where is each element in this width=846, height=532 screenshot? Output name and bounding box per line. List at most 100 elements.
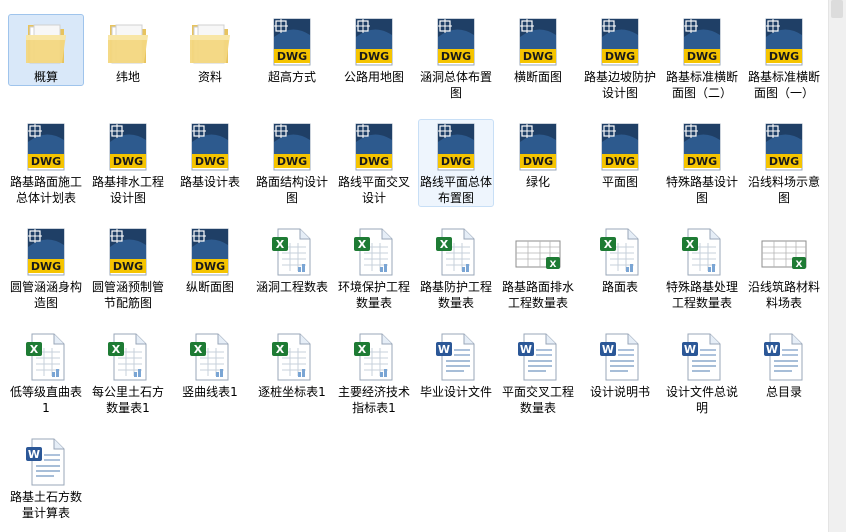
file-item[interactable]: DWG 公路用地图 <box>336 14 412 86</box>
file-item[interactable]: W 路基土石方数量计算表 <box>8 434 84 522</box>
file-item[interactable]: X 路面表 <box>582 224 658 296</box>
svg-text:DWG: DWG <box>359 50 389 63</box>
file-item[interactable]: DWG 纵断面图 <box>172 224 248 296</box>
file-label: 超高方式 <box>267 70 316 84</box>
file-item[interactable]: DWG 绿化 <box>500 119 576 191</box>
file-item[interactable]: DWG 路基路面施工总体计划表 <box>8 119 84 207</box>
svg-text:DWG: DWG <box>277 155 307 168</box>
file-item[interactable]: W 设计文件总说明 <box>664 329 740 417</box>
file-label: 路基土石方数量计算表 <box>10 490 83 520</box>
excel-file-icon: X <box>432 227 480 277</box>
file-item[interactable]: DWG 涵洞总体布置图 <box>418 14 494 102</box>
file-item[interactable]: DWG 路线平面总体布置图 <box>418 119 494 207</box>
file-item[interactable]: W 总目录 <box>746 329 822 401</box>
file-label: 沿线料场示意图 <box>748 175 821 205</box>
svg-text:DWG: DWG <box>523 50 553 63</box>
svg-text:DWG: DWG <box>195 155 225 168</box>
file-item[interactable]: X 竖曲线表1 <box>172 329 248 401</box>
file-item[interactable]: DWG 路基排水工程设计图 <box>90 119 166 207</box>
file-label: 路基路面施工总体计划表 <box>10 175 83 205</box>
svg-text:W: W <box>438 343 450 356</box>
file-item[interactable]: W 设计说明书 <box>582 329 658 401</box>
file-item[interactable]: DWG 路基边坡防护设计图 <box>582 14 658 102</box>
svg-text:X: X <box>796 260 803 270</box>
excel-file-icon: X <box>186 332 234 382</box>
file-item[interactable]: DWG 横断面图 <box>500 14 576 86</box>
excel-file-icon: X <box>22 332 70 382</box>
file-label: 纵断面图 <box>185 280 234 294</box>
file-item[interactable]: DWG 路基设计表 <box>172 119 248 191</box>
excel-file-icon: X <box>678 227 726 277</box>
file-label: 沿线筑路材料料场表 <box>748 280 821 310</box>
file-label: 设计说明书 <box>589 385 650 399</box>
file-item[interactable]: X 环境保护工程数量表 <box>336 224 412 312</box>
svg-text:X: X <box>604 238 613 251</box>
svg-text:DWG: DWG <box>769 155 799 168</box>
excel-thumbnail-icon: X <box>514 227 562 277</box>
file-item[interactable]: DWG 沿线料场示意图 <box>746 119 822 207</box>
file-item[interactable]: W 毕业设计文件 <box>418 329 494 401</box>
file-item[interactable]: X 特殊路基处理工程数量表 <box>664 224 740 312</box>
dwg-file-icon: DWG <box>432 122 480 172</box>
file-label: 圆管涵预制管节配筋图 <box>92 280 165 310</box>
file-label: 绿化 <box>525 175 550 189</box>
word-file-icon: W <box>432 332 480 382</box>
file-item[interactable]: DWG 特殊路基设计图 <box>664 119 740 207</box>
scrollbar-thumb[interactable] <box>831 0 843 18</box>
file-label: 路基标准横断面图（二） <box>666 70 739 100</box>
file-item[interactable]: 概算 <box>8 14 84 86</box>
file-item[interactable]: X 沿线筑路材料料场表 <box>746 224 822 312</box>
dwg-file-icon: DWG <box>432 17 480 67</box>
file-label: 横断面图 <box>513 70 562 84</box>
file-label: 路基排水工程设计图 <box>92 175 165 205</box>
file-item[interactable]: DWG 圆管涵涵身构造图 <box>8 224 84 312</box>
file-label: 路基边坡防护设计图 <box>584 70 657 100</box>
dwg-file-icon: DWG <box>104 122 152 172</box>
file-label: 总目录 <box>765 385 802 399</box>
dwg-file-icon: DWG <box>268 122 316 172</box>
file-item[interactable]: 纬地 <box>90 14 166 86</box>
svg-text:DWG: DWG <box>523 155 553 168</box>
file-label: 圆管涵涵身构造图 <box>10 280 83 310</box>
svg-text:X: X <box>550 260 557 270</box>
file-label: 资料 <box>197 70 222 84</box>
file-item[interactable]: DWG 路面结构设计图 <box>254 119 330 207</box>
file-item[interactable]: X 每公里土石方数量表1 <box>90 329 166 417</box>
file-item[interactable]: X 主要经济技术指标表1 <box>336 329 412 417</box>
file-item[interactable]: W 平面交叉工程数量表 <box>500 329 576 417</box>
dwg-file-icon: DWG <box>268 17 316 67</box>
svg-text:DWG: DWG <box>277 50 307 63</box>
file-item[interactable]: DWG 路线平面交叉设计 <box>336 119 412 207</box>
file-label: 涵洞总体布置图 <box>420 70 493 100</box>
excel-file-icon: X <box>268 332 316 382</box>
word-file-icon: W <box>22 437 70 487</box>
file-label: 路线平面总体布置图 <box>420 175 493 205</box>
file-label: 公路用地图 <box>343 70 404 84</box>
file-item[interactable]: DWG 路基标准横断面图（二） <box>664 14 740 102</box>
svg-text:X: X <box>276 238 285 251</box>
file-label: 路线平面交叉设计 <box>338 175 411 205</box>
word-file-icon: W <box>678 332 726 382</box>
file-label: 平面交叉工程数量表 <box>502 385 575 415</box>
dwg-file-icon: DWG <box>678 17 726 67</box>
svg-text:DWG: DWG <box>113 155 143 168</box>
file-label: 路基路面排水工程数量表 <box>502 280 575 310</box>
file-label: 路面结构设计图 <box>256 175 329 205</box>
file-label: 特殊路基设计图 <box>666 175 739 205</box>
file-item[interactable]: X 涵洞工程数表 <box>254 224 330 296</box>
file-item[interactable]: X 路基防护工程数量表 <box>418 224 494 312</box>
file-item[interactable]: DWG 圆管涵预制管节配筋图 <box>90 224 166 312</box>
file-label: 路基防护工程数量表 <box>420 280 493 310</box>
file-item[interactable]: DWG 平面图 <box>582 119 658 191</box>
excel-file-icon: X <box>104 332 152 382</box>
svg-text:X: X <box>30 343 39 356</box>
file-item[interactable]: X 逐桩坐标表1 <box>254 329 330 401</box>
file-item[interactable]: X 路基路面排水工程数量表 <box>500 224 576 312</box>
file-item[interactable]: DWG 路基标准横断面图（一） <box>746 14 822 102</box>
svg-text:DWG: DWG <box>769 50 799 63</box>
file-item[interactable]: X 低等级直曲表1 <box>8 329 84 417</box>
svg-text:X: X <box>358 343 367 356</box>
vertical-scrollbar[interactable] <box>828 0 846 532</box>
file-item[interactable]: DWG 超高方式 <box>254 14 330 86</box>
file-item[interactable]: 资料 <box>172 14 248 86</box>
